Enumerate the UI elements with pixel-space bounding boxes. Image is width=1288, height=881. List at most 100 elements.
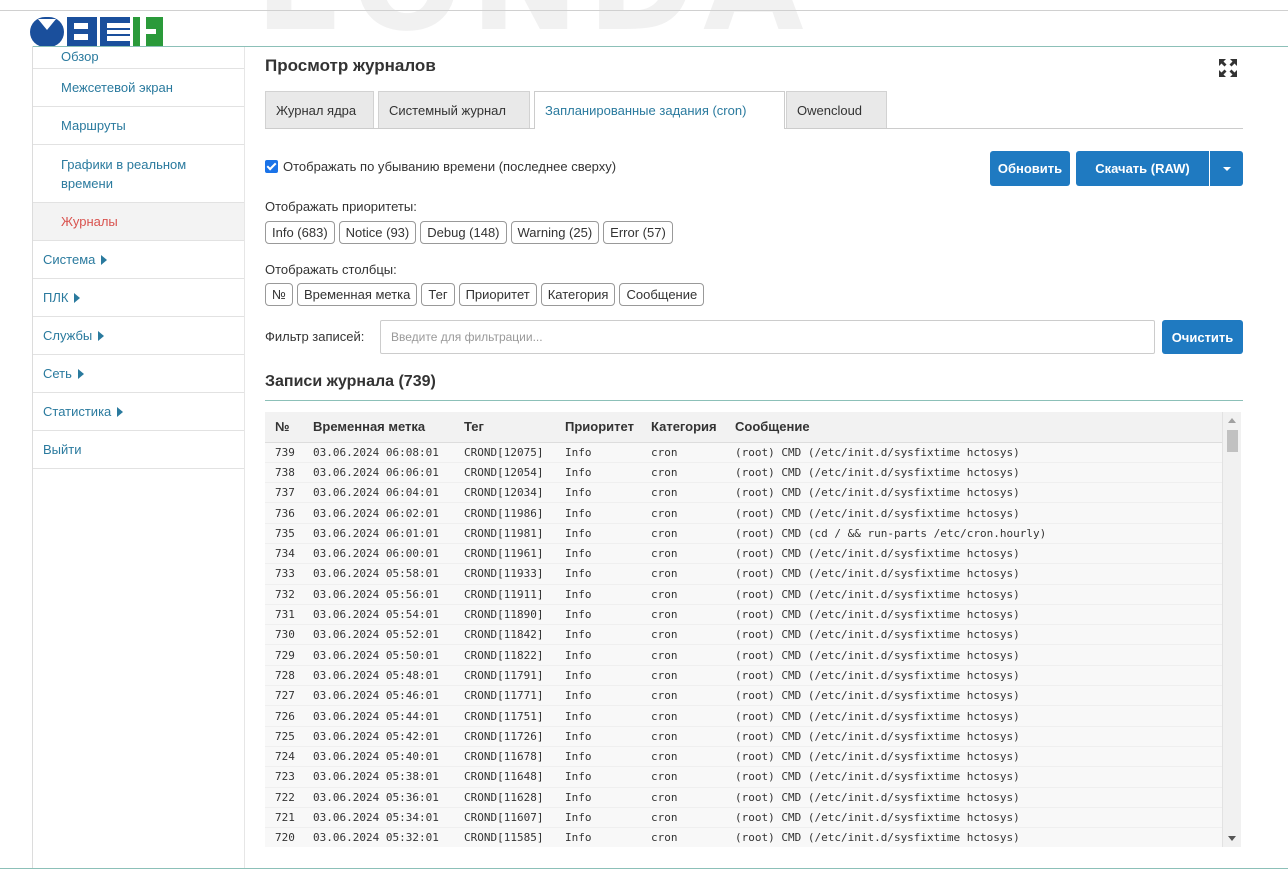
clear-filter-button[interactable]: Очистить bbox=[1162, 320, 1243, 354]
footer-line bbox=[0, 868, 1288, 869]
cell-message: (root) CMD (/etc/init.d/sysfixtime hctos… bbox=[725, 685, 1222, 707]
sidebar-item-system[interactable]: Система bbox=[33, 241, 244, 279]
sidebar-item-firewall[interactable]: Межсетевой экран bbox=[33, 69, 244, 107]
sidebar-item-services[interactable]: Службы bbox=[33, 317, 244, 355]
table-row[interactable]: 724 03.06.2024 05:40:01 CROND[11678] Info cr… bbox=[265, 746, 1222, 768]
cell-tag: CROND[11822] bbox=[454, 644, 555, 666]
filter-label: Фильтр записей: bbox=[265, 329, 365, 344]
refresh-button[interactable]: Обновить bbox=[990, 151, 1070, 186]
chevron-down-icon bbox=[1222, 166, 1231, 171]
table-row[interactable]: 727 03.06.2024 05:46:01 CROND[11771] Info cr… bbox=[265, 685, 1222, 707]
tab-kernel-log[interactable]: Журнал ядра bbox=[265, 91, 374, 128]
log-table-container[interactable]: № Временная метка Тег Приоритет Категори… bbox=[265, 412, 1241, 847]
cell-timestamp: 03.06.2024 05:32:01 bbox=[303, 827, 454, 847]
cell-priority: Info bbox=[555, 442, 641, 463]
section-divider bbox=[265, 400, 1243, 401]
column-chip-timestamp[interactable]: Временная метка bbox=[296, 283, 418, 306]
cell-category: cron bbox=[641, 482, 725, 504]
priority-chip-warning[interactable]: Warning (25) bbox=[510, 221, 600, 244]
table-row[interactable]: 731 03.06.2024 05:54:01 CROND[11890] Info cr… bbox=[265, 604, 1222, 626]
column-header-timestamp[interactable]: Временная метка bbox=[303, 412, 454, 443]
column-chip-tag[interactable]: Тег bbox=[421, 283, 455, 306]
priority-chip-notice[interactable]: Notice (93) bbox=[338, 221, 417, 244]
cell-number: 737 bbox=[265, 482, 303, 504]
sidebar-item-label: Статистика bbox=[43, 404, 112, 419]
scroll-up-icon[interactable] bbox=[1228, 418, 1236, 423]
cell-number: 728 bbox=[265, 665, 303, 687]
scroll-down-icon[interactable] bbox=[1228, 836, 1236, 841]
tab-owencloud[interactable]: Owencloud bbox=[786, 91, 887, 128]
column-header-number[interactable]: № bbox=[265, 412, 303, 443]
scrollbar-thumb[interactable] bbox=[1227, 430, 1238, 452]
tab-label: Запланированные задания (cron) bbox=[545, 103, 747, 118]
table-row[interactable]: 728 03.06.2024 05:48:01 CROND[11791] Info cr… bbox=[265, 665, 1222, 687]
table-row[interactable]: 737 03.06.2024 06:04:01 CROND[12034] Info cr… bbox=[265, 482, 1222, 504]
sidebar-item-label: Система bbox=[43, 252, 96, 267]
table-row[interactable]: 721 03.06.2024 05:34:01 CROND[11607] Info cr… bbox=[265, 807, 1222, 829]
table-row[interactable]: 735 03.06.2024 06:01:01 CROND[11981] Info cr… bbox=[265, 523, 1222, 544]
cell-message: (root) CMD (/etc/init.d/sysfixtime hctos… bbox=[725, 543, 1222, 565]
sidebar-item-plc[interactable]: ПЛК bbox=[33, 279, 244, 317]
sidebar-item-routes[interactable]: Маршруты bbox=[33, 107, 244, 145]
sidebar-item-statistics[interactable]: Статистика bbox=[33, 393, 244, 431]
sidebar-item-realtime-graphs[interactable]: Графики в реальном времени bbox=[33, 145, 244, 203]
sidebar-item-label: Графики в реальном времени bbox=[61, 156, 187, 191]
cell-priority: Info bbox=[555, 685, 641, 707]
priority-chip-error[interactable]: Error (57) bbox=[603, 221, 673, 244]
tab-cron[interactable]: Запланированные задания (cron) bbox=[534, 91, 785, 129]
sort-desc-label: Отображать по убыванию времени (последне… bbox=[283, 159, 617, 174]
sort-desc-checkbox[interactable] bbox=[265, 160, 278, 173]
cell-timestamp: 03.06.2024 05:44:01 bbox=[303, 705, 454, 727]
table-row[interactable]: 733 03.06.2024 05:58:01 CROND[11933] Info cr… bbox=[265, 563, 1222, 585]
cell-number: 729 bbox=[265, 644, 303, 666]
cell-category: cron bbox=[641, 462, 725, 484]
sidebar-item-network[interactable]: Сеть bbox=[33, 355, 244, 393]
column-chip-priority[interactable]: Приоритет bbox=[458, 283, 537, 306]
sidebar-divider bbox=[244, 47, 245, 868]
table-row[interactable]: 725 03.06.2024 05:42:01 CROND[11726] Info cr… bbox=[265, 726, 1222, 747]
cell-priority: Info bbox=[555, 604, 641, 626]
column-header-tag[interactable]: Тег bbox=[454, 412, 555, 443]
table-row[interactable]: 730 03.06.2024 05:52:01 CROND[11842] Info cr… bbox=[265, 624, 1222, 646]
priority-chip-info[interactable]: Info (683) bbox=[265, 221, 335, 244]
column-header-priority[interactable]: Приоритет bbox=[555, 412, 641, 443]
cell-message: (root) CMD (/etc/init.d/sysfixtime hctos… bbox=[725, 624, 1222, 646]
cell-timestamp: 03.06.2024 05:58:01 bbox=[303, 563, 454, 585]
table-row[interactable]: 729 03.06.2024 05:50:01 CROND[11822] Info cr… bbox=[265, 644, 1222, 666]
sidebar-item-logs[interactable]: Журналы bbox=[33, 203, 244, 241]
table-row[interactable]: 734 03.06.2024 06:00:01 CROND[11961] Info cr… bbox=[265, 543, 1222, 565]
priority-chip-debug[interactable]: Debug (148) bbox=[420, 221, 507, 244]
column-header-message[interactable]: Сообщение bbox=[725, 412, 1222, 443]
cell-number: 733 bbox=[265, 563, 303, 585]
cell-category: cron bbox=[641, 624, 725, 646]
column-chip-number[interactable]: № bbox=[265, 283, 293, 306]
cell-timestamp: 03.06.2024 05:42:01 bbox=[303, 726, 454, 747]
cell-priority: Info bbox=[555, 624, 641, 646]
fullscreen-icon[interactable] bbox=[1218, 58, 1238, 78]
column-chip-message[interactable]: Сообщение bbox=[619, 283, 705, 306]
sort-desc-option[interactable]: Отображать по убыванию времени (последне… bbox=[265, 159, 616, 174]
cell-priority: Info bbox=[555, 827, 641, 847]
tab-system-log[interactable]: Системный журнал bbox=[378, 91, 530, 128]
table-row[interactable]: 738 03.06.2024 06:06:01 CROND[12054] Info cr… bbox=[265, 462, 1222, 484]
table-row[interactable]: 723 03.06.2024 05:38:01 CROND[11648] Info cr… bbox=[265, 766, 1222, 788]
sidebar-item-label: Сеть bbox=[43, 366, 72, 381]
table-row[interactable]: 720 03.06.2024 05:32:01 CROND[11585] Info cr… bbox=[265, 827, 1222, 847]
sidebar-item-overview[interactable]: Обзор bbox=[33, 47, 244, 69]
table-row[interactable]: 726 03.06.2024 05:44:01 CROND[11751] Info cr… bbox=[265, 705, 1222, 727]
table-row[interactable]: 739 03.06.2024 06:08:01 CROND[12075] Info cr… bbox=[265, 442, 1222, 463]
download-dropdown-button[interactable] bbox=[1210, 151, 1243, 186]
table-row[interactable]: 732 03.06.2024 05:56:01 CROND[11911] Info cr… bbox=[265, 584, 1222, 605]
cell-timestamp: 03.06.2024 06:04:01 bbox=[303, 482, 454, 504]
table-scrollbar[interactable] bbox=[1222, 412, 1241, 847]
column-chip-category[interactable]: Категория bbox=[540, 283, 616, 306]
table-row[interactable]: 722 03.06.2024 05:36:01 CROND[11628] Info cr… bbox=[265, 787, 1222, 808]
table-row[interactable]: 736 03.06.2024 06:02:01 CROND[11986] Info cr… bbox=[265, 502, 1222, 524]
download-raw-button[interactable]: Скачать (RAW) bbox=[1076, 151, 1209, 186]
filter-input[interactable]: Введите для фильтрации... bbox=[380, 320, 1155, 354]
sidebar-item-logout[interactable]: Выйти bbox=[33, 431, 244, 469]
cell-category: cron bbox=[641, 726, 725, 747]
cell-timestamp: 03.06.2024 06:02:01 bbox=[303, 502, 454, 524]
column-header-category[interactable]: Категория bbox=[641, 412, 725, 443]
cell-timestamp: 03.06.2024 05:34:01 bbox=[303, 807, 454, 829]
